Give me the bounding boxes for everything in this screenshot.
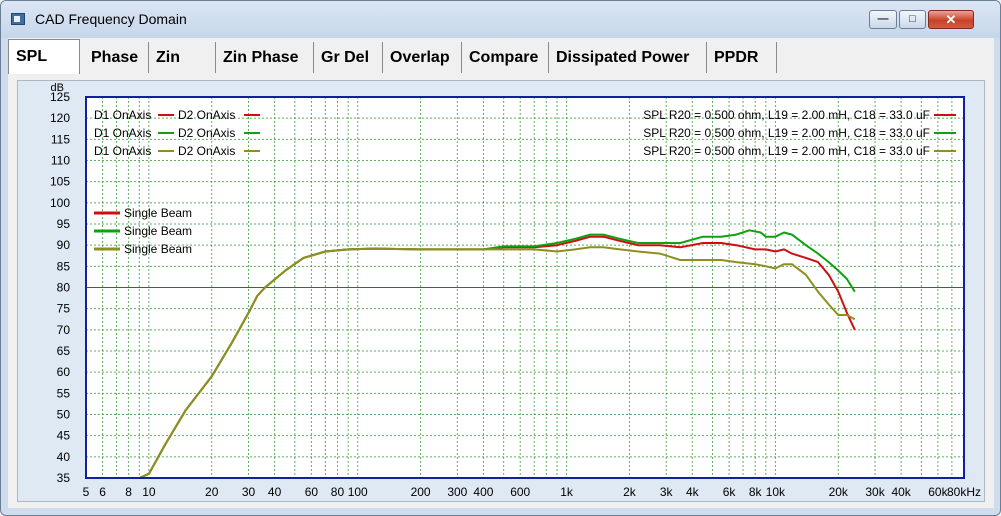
x-tick-label: 1k — [560, 485, 574, 499]
x-tick-label: 8 — [125, 485, 132, 499]
x-tick-label: 8k — [749, 485, 763, 499]
legend-d2-label: D2 OnAxis — [178, 144, 235, 158]
legend-series-label: Single Beam — [124, 242, 192, 256]
y-tick-label: 100 — [50, 196, 70, 210]
y-axis-label: dB — [51, 82, 64, 94]
x-tick-label: 10k — [766, 485, 786, 499]
y-tick-label: 50 — [57, 408, 71, 422]
app-window: CAD Frequency Domain — □ ✕ SPL Phase Zin… — [0, 0, 1001, 516]
x-tick-label: 6 — [99, 485, 106, 499]
x-tick-label: 400 — [473, 485, 493, 499]
y-tick-label: 90 — [57, 238, 71, 252]
x-tick-label: 10 — [142, 485, 156, 499]
y-tick-label: 95 — [57, 217, 71, 231]
x-tick-label: 200 — [411, 485, 431, 499]
x-tick-label: 100 — [348, 485, 368, 499]
tab-zin-phase[interactable]: Zin Phase — [216, 42, 314, 73]
x-tick-label: 30k — [865, 485, 885, 499]
minimize-button[interactable]: — — [869, 10, 897, 29]
tab-dissipated-power[interactable]: Dissipated Power — [549, 42, 707, 73]
window-title: CAD Frequency Domain — [35, 11, 187, 27]
close-icon: ✕ — [945, 12, 957, 27]
tab-compare[interactable]: Compare — [462, 42, 549, 73]
y-tick-label: 105 — [50, 175, 70, 189]
maximize-icon: □ — [909, 13, 916, 25]
x-tick-label: 6k — [723, 485, 737, 499]
x-tick-label: 600 — [510, 485, 530, 499]
x-tick-label: 5 — [83, 485, 90, 499]
spl-chart[interactable]: 3540455055606570758085909510010511011512… — [18, 81, 984, 501]
legend-series-label: Single Beam — [124, 224, 192, 238]
x-tick-label: 80 — [331, 485, 345, 499]
y-tick-label: 70 — [57, 323, 71, 337]
x-tick-label: 80kHz — [947, 485, 981, 499]
minimize-icon: — — [877, 13, 889, 25]
y-tick-label: 40 — [57, 450, 71, 464]
legend-d1-label: D1 OnAxis — [94, 108, 151, 122]
x-tick-label: 30 — [242, 485, 256, 499]
legend-spl-label: SPL R20 = 0.500 ohm, L19 = 2.00 mH, C18 … — [643, 108, 930, 122]
y-tick-label: 85 — [57, 259, 71, 273]
y-tick-label: 55 — [57, 386, 71, 400]
y-tick-label: 80 — [57, 281, 71, 295]
y-tick-label: 45 — [57, 429, 71, 443]
legend-d1-label: D1 OnAxis — [94, 144, 151, 158]
legend-spl-label: SPL R20 = 0.500 ohm, L19 = 2.00 mH, C18 … — [643, 126, 930, 140]
x-tick-label: 60 — [305, 485, 319, 499]
x-tick-label: 4k — [686, 485, 700, 499]
tab-zin[interactable]: Zin — [149, 42, 216, 73]
tab-overlap[interactable]: Overlap — [383, 42, 462, 73]
y-tick-label: 120 — [50, 111, 70, 125]
tab-ppdr[interactable]: PPDR — [707, 42, 777, 73]
tab-phase[interactable]: Phase — [84, 42, 149, 73]
y-tick-label: 35 — [57, 471, 71, 485]
y-tick-label: 75 — [57, 302, 71, 316]
tab-content: 35 40 45 50 55 60 65 70 75 80 85 90 95 100 105 110 115 12… — [8, 74, 994, 508]
x-tick-label: 20k — [829, 485, 849, 499]
title-bar[interactable]: CAD Frequency Domain — □ ✕ — [1, 1, 1000, 38]
legend-spl-label: SPL R20 = 0.500 ohm, L19 = 2.00 mH, C18 … — [643, 144, 930, 158]
x-tick-label: 40 — [268, 485, 282, 499]
close-button[interactable]: ✕ — [928, 10, 974, 29]
legend-d2-label: D2 OnAxis — [178, 108, 235, 122]
x-tick-label: 3k — [660, 485, 674, 499]
y-tick-label: 65 — [57, 344, 71, 358]
tab-bar: SPL Phase Zin Zin Phase Gr Del Overlap C… — [8, 38, 994, 74]
y-tick-label: 115 — [51, 132, 70, 146]
x-tick-label: 20 — [205, 485, 219, 499]
x-tick-label: 60k — [928, 485, 948, 499]
legend-d2-label: D2 OnAxis — [178, 126, 235, 140]
chart-panel: 35 40 45 50 55 60 65 70 75 80 85 90 95 100 105 110 115 12… — [17, 80, 985, 502]
legend-series-label: Single Beam — [124, 206, 192, 220]
legend-d1-label: D1 OnAxis — [94, 126, 151, 140]
y-tick-label: 60 — [57, 365, 71, 379]
tab-gr-del[interactable]: Gr Del — [314, 42, 383, 73]
app-icon — [11, 13, 25, 25]
maximize-button[interactable]: □ — [899, 10, 926, 29]
y-tick-label: 110 — [51, 154, 70, 168]
x-tick-label: 40k — [891, 485, 911, 499]
x-tick-label: 300 — [447, 485, 467, 499]
x-tick-label: 2k — [623, 485, 637, 499]
tab-spl[interactable]: SPL — [8, 39, 80, 74]
